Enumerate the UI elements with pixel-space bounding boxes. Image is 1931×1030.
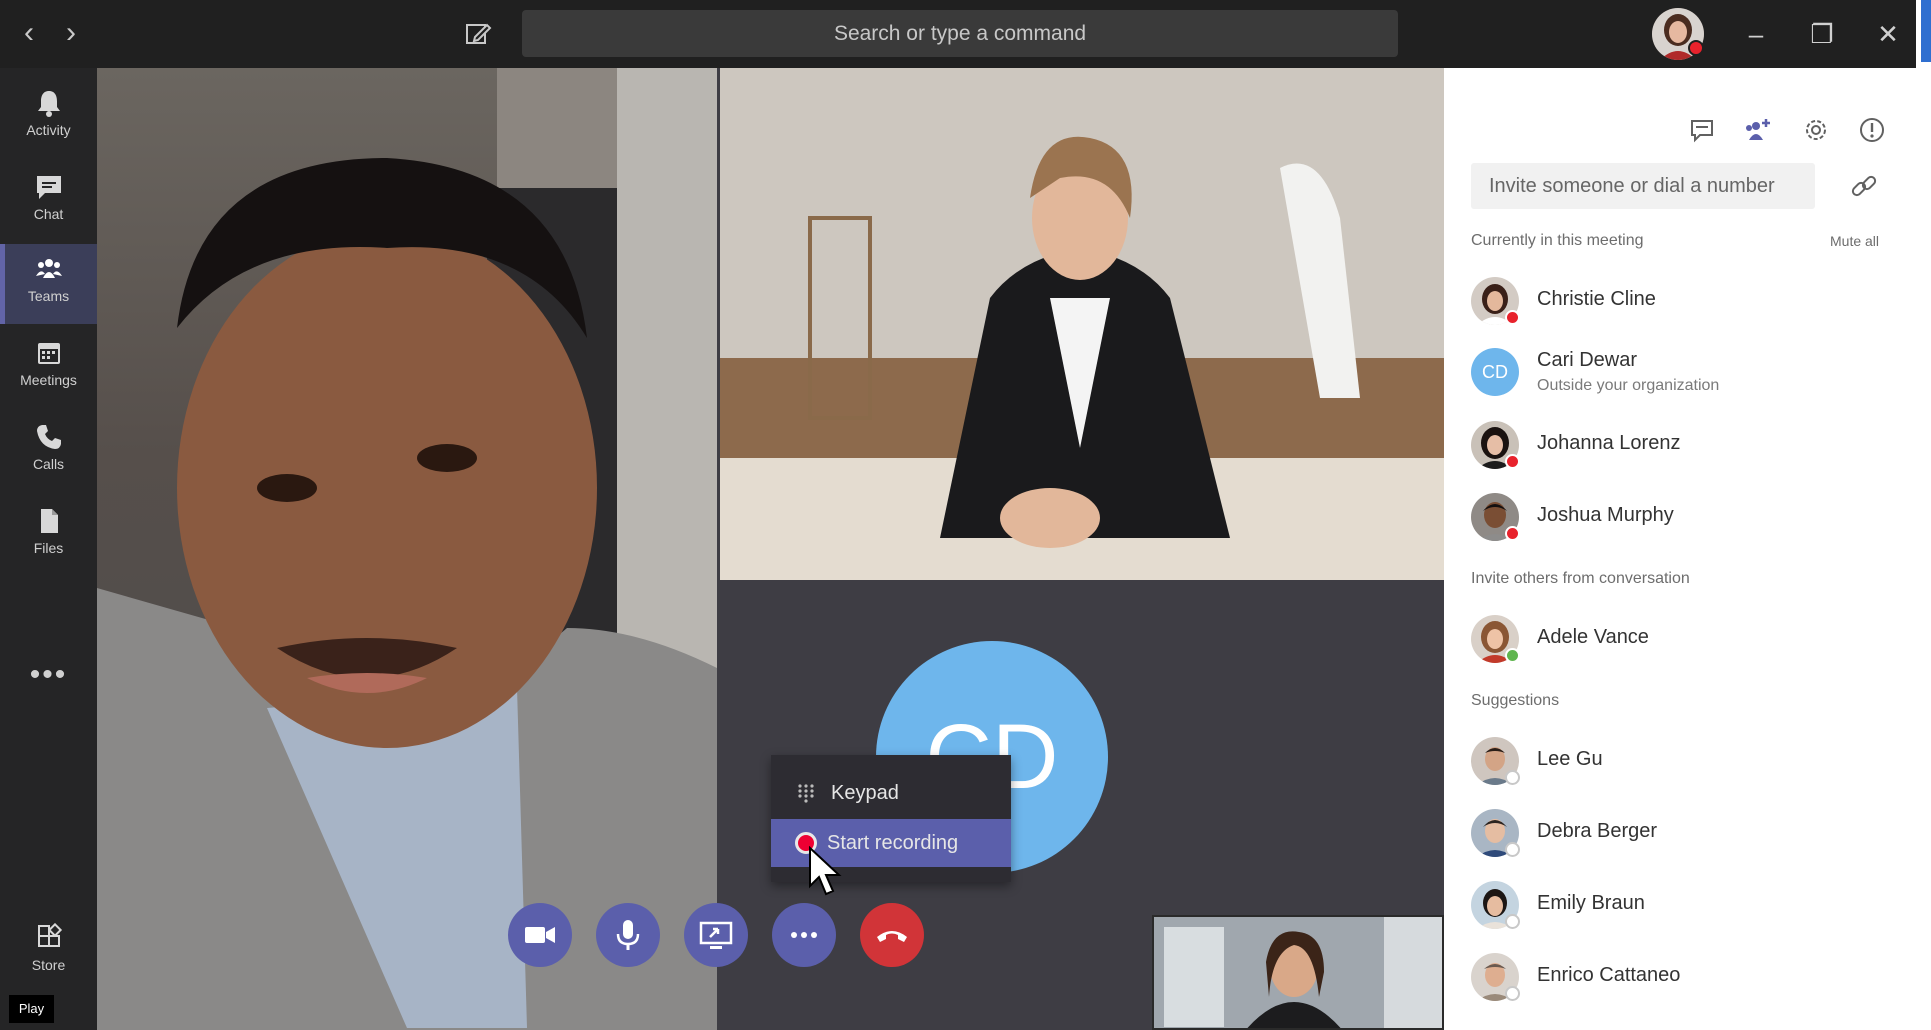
presence-badge bbox=[1505, 526, 1520, 541]
presence-badge bbox=[1505, 842, 1520, 857]
section-suggestions-label: Suggestions bbox=[1471, 692, 1560, 709]
forward-arrow-icon[interactable]: › bbox=[56, 18, 86, 48]
search-input[interactable]: Search or type a command bbox=[522, 10, 1398, 57]
app-rail: Activity Chat Teams Meetings Calls Files… bbox=[0, 68, 97, 1030]
teams-icon bbox=[35, 259, 62, 278]
participant-name: Christie Cline bbox=[1537, 288, 1656, 310]
compose-icon[interactable] bbox=[462, 18, 494, 50]
participant-row[interactable]: Joshua Murphy bbox=[1471, 490, 1901, 544]
hang-up-icon bbox=[877, 931, 907, 942]
participant-name: Joshua Murphy bbox=[1537, 504, 1674, 526]
participant-row[interactable]: Johanna Lorenz bbox=[1471, 418, 1901, 472]
participant-row[interactable]: Christie Cline bbox=[1471, 274, 1901, 328]
rail-label-chat: Chat bbox=[33, 206, 64, 222]
phone-icon bbox=[36, 425, 61, 449]
info-icon[interactable] bbox=[1858, 116, 1886, 144]
presence-badge bbox=[1505, 770, 1520, 785]
mute-all-button[interactable]: Mute all bbox=[1830, 233, 1879, 249]
more-dots-icon bbox=[791, 932, 817, 938]
play-badge[interactable]: Play bbox=[9, 995, 54, 1023]
suggestion-name: Emily Braun bbox=[1537, 892, 1645, 914]
rail-label-teams: Teams bbox=[27, 288, 70, 304]
back-arrow-icon[interactable]: ‹ bbox=[14, 18, 44, 48]
presence-busy-badge bbox=[1688, 40, 1704, 56]
participants-panel: Invite someone or dial a number Currentl… bbox=[1444, 68, 1916, 1030]
avatar: CD bbox=[1471, 348, 1519, 396]
camera-toggle-button[interactable] bbox=[508, 903, 572, 967]
store-icon bbox=[37, 923, 62, 947]
microphone-toggle-button[interactable] bbox=[596, 903, 660, 967]
suggestion-row[interactable]: Emily Braun bbox=[1471, 878, 1901, 932]
rail-item-activity[interactable]: Activity bbox=[0, 78, 97, 158]
participant-row[interactable]: CD Cari Dewar Outside your organization bbox=[1471, 345, 1901, 399]
conversation-member-row[interactable]: Adele Vance bbox=[1471, 612, 1901, 666]
presence-badge bbox=[1505, 914, 1520, 929]
rail-item-chat[interactable]: Chat bbox=[0, 162, 97, 242]
member-name: Adele Vance bbox=[1537, 626, 1649, 648]
rail-item-teams[interactable]: Teams bbox=[0, 244, 97, 324]
rail-label-store: Store bbox=[31, 957, 66, 973]
rail-item-calls[interactable]: Calls bbox=[0, 412, 97, 492]
more-options-menu: Keypad Start recording bbox=[771, 755, 1011, 882]
presence-badge bbox=[1505, 986, 1520, 1001]
suggestion-row[interactable]: Lee Gu bbox=[1471, 734, 1901, 788]
calendar-icon bbox=[37, 343, 60, 364]
video-stage bbox=[97, 68, 1444, 1030]
gear-icon[interactable] bbox=[1802, 116, 1830, 144]
invite-input[interactable]: Invite someone or dial a number bbox=[1471, 163, 1815, 209]
rail-label-meetings: Meetings bbox=[20, 372, 77, 388]
share-screen-button[interactable] bbox=[684, 903, 748, 967]
panel-edge bbox=[1916, 0, 1931, 1030]
rail-item-files[interactable]: Files bbox=[0, 496, 97, 576]
menu-item-keypad[interactable]: Keypad bbox=[771, 769, 1011, 817]
mouse-cursor-icon bbox=[809, 846, 842, 896]
participant-subtitle: Outside your organization bbox=[1537, 377, 1720, 394]
participant-name: Cari Dewar bbox=[1537, 349, 1638, 371]
suggestion-name: Enrico Cattaneo bbox=[1537, 964, 1681, 986]
teams-window: ‹ › Search or type a command – ❐ ✕ Activ… bbox=[0, 0, 1931, 1030]
minimize-icon[interactable]: – bbox=[1738, 16, 1774, 52]
video-tile-participant-1 bbox=[97, 68, 717, 1030]
suggestion-name: Lee Gu bbox=[1537, 748, 1603, 770]
presence-badge bbox=[1505, 454, 1520, 469]
suggestion-row[interactable]: Enrico Cattaneo bbox=[1471, 950, 1901, 1004]
link-icon[interactable] bbox=[1849, 171, 1879, 201]
file-icon bbox=[40, 509, 58, 533]
rail-label-files: Files bbox=[33, 540, 64, 556]
section-invite-others-label: Invite others from conversation bbox=[1471, 570, 1690, 587]
video-tile-participant-2 bbox=[720, 68, 1444, 580]
hang-up-button[interactable] bbox=[860, 903, 924, 967]
chat-icon bbox=[36, 176, 61, 199]
window-edge-accent bbox=[1921, 0, 1931, 62]
title-bar: ‹ › Search or type a command – ❐ ✕ bbox=[0, 0, 1931, 68]
more-actions-button[interactable] bbox=[772, 903, 836, 967]
close-icon[interactable]: ✕ bbox=[1870, 16, 1906, 52]
start-recording-label: Start recording bbox=[827, 832, 959, 854]
participant-name: Johanna Lorenz bbox=[1537, 432, 1681, 454]
keypad-icon bbox=[798, 784, 814, 803]
rail-label-activity: Activity bbox=[26, 122, 71, 138]
keypad-label: Keypad bbox=[831, 782, 899, 804]
suggestion-row[interactable]: Debra Berger bbox=[1471, 806, 1901, 860]
suggestion-name: Debra Berger bbox=[1537, 820, 1658, 842]
section-current-label: Currently in this meeting bbox=[1471, 232, 1644, 249]
rail-item-store[interactable]: Store bbox=[0, 913, 97, 993]
microphone-icon bbox=[616, 920, 640, 950]
participants-icon[interactable] bbox=[1744, 116, 1772, 144]
rail-label-calls: Calls bbox=[32, 456, 65, 472]
screen-share-icon bbox=[699, 921, 733, 949]
presence-badge bbox=[1505, 648, 1520, 663]
more-apps-icon[interactable]: ••• bbox=[0, 658, 97, 692]
video-camera-icon bbox=[525, 927, 555, 943]
self-view-tile bbox=[1152, 915, 1444, 1030]
presence-badge bbox=[1505, 310, 1520, 325]
rail-item-meetings[interactable]: Meetings bbox=[0, 328, 97, 408]
bell-icon bbox=[37, 91, 60, 117]
maximize-icon[interactable]: ❐ bbox=[1804, 16, 1840, 52]
menu-item-start-recording[interactable]: Start recording bbox=[771, 819, 1011, 867]
chat-toggle-icon[interactable] bbox=[1688, 116, 1716, 144]
